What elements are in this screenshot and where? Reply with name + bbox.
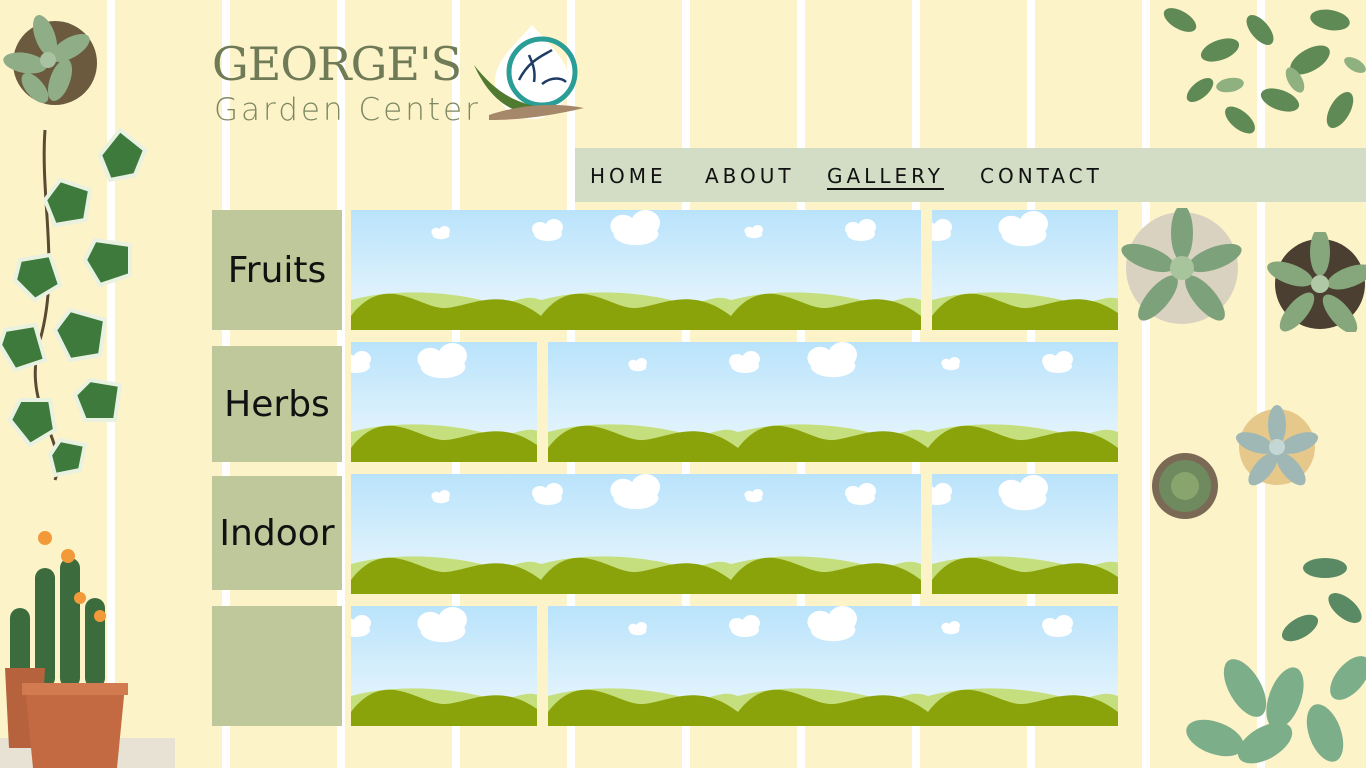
gallery-image-placeholder[interactable] (351, 342, 537, 462)
nav-home[interactable]: HOME (590, 164, 667, 188)
gallery-image-placeholder[interactable] (351, 474, 921, 594)
gallery-image-placeholder[interactable] (932, 474, 1118, 594)
brand-subtitle: Garden Center (214, 92, 481, 128)
echeveria-decoration (1235, 405, 1319, 486)
brand-logo[interactable]: GEORGE'S Garden Center (212, 25, 592, 140)
garden-logo-icon (474, 25, 584, 120)
brand-name: GEORGE'S (212, 37, 462, 91)
nav-about[interactable]: ABOUT (705, 164, 795, 188)
succulent-pot-decoration (1267, 232, 1366, 332)
gallery-image-placeholder[interactable] (548, 606, 1118, 726)
succulent-pot-decoration (1121, 208, 1242, 324)
succulent-pot-decoration (3, 15, 97, 105)
nav-gallery[interactable]: GALLERY (827, 164, 944, 188)
category-label: Herbs (224, 383, 330, 425)
nav-contact[interactable]: CONTACT (980, 164, 1103, 188)
category-label: Fruits (227, 249, 327, 291)
category-empty[interactable] (212, 606, 342, 726)
category-indoor[interactable]: Indoor (212, 476, 342, 590)
main-nav: HOME ABOUT GALLERY CONTACT (575, 148, 1366, 202)
gallery-image-placeholder[interactable] (548, 342, 1118, 462)
succulent-cluster-decoration (1186, 558, 1366, 764)
gallery-image-placeholder[interactable] (351, 606, 537, 726)
category-herbs[interactable]: Herbs (212, 346, 342, 462)
gallery-image-placeholder[interactable] (932, 210, 1118, 330)
category-fruits[interactable]: Fruits (212, 210, 342, 330)
gallery-image-placeholder[interactable] (351, 210, 921, 330)
leafy-plant-decoration (1163, 8, 1366, 134)
cactus-pot-decoration (0, 531, 175, 768)
cactus-bowl-decoration (1152, 453, 1218, 519)
ivy-plant-decoration (0, 127, 148, 481)
category-label: Indoor (219, 512, 335, 554)
